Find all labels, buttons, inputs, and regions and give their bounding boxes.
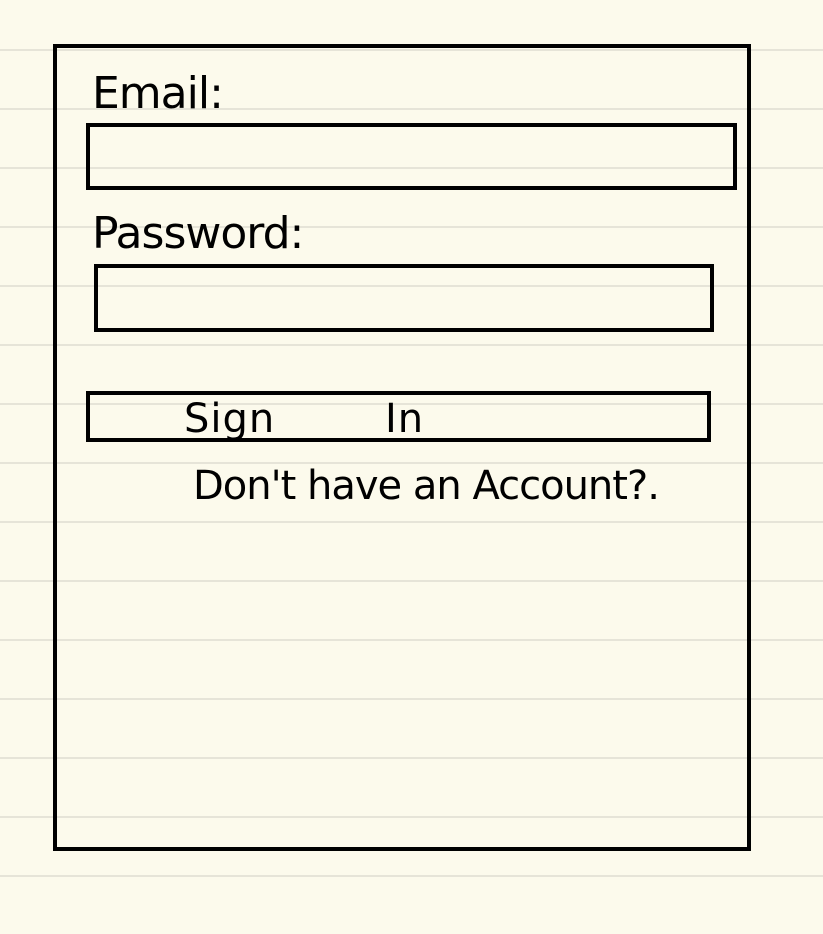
email-field[interactable] — [86, 123, 737, 190]
password-label: Password: — [92, 208, 304, 259]
sign-in-button-label: Sign In — [184, 396, 425, 442]
sign-in-button[interactable]: Sign In — [86, 391, 711, 442]
email-label: Email: — [92, 68, 224, 119]
create-account-link[interactable]: Don't have an Account?. — [193, 466, 660, 506]
password-field[interactable] — [94, 264, 714, 332]
